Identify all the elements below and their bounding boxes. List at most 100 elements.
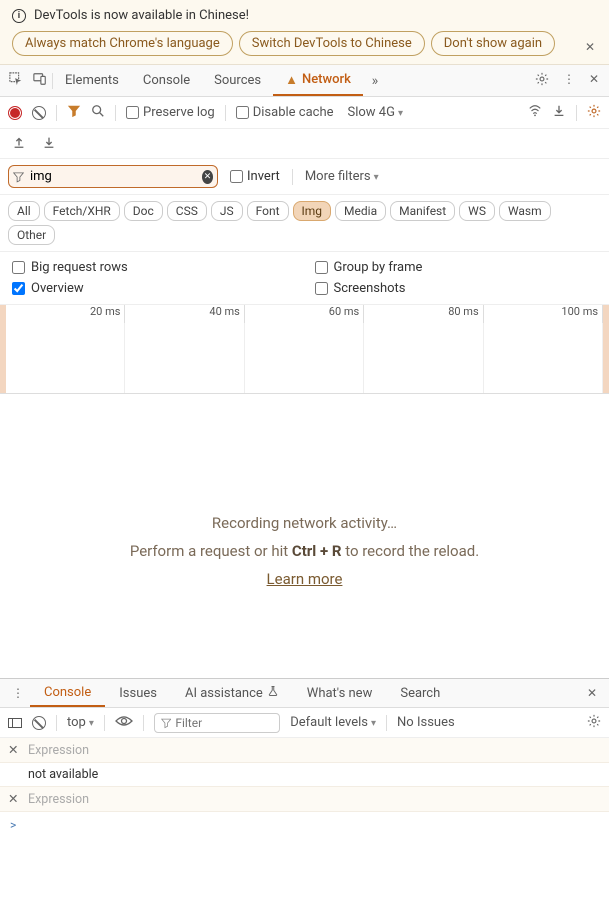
close-devtools-icon[interactable]: ✕ [589, 72, 599, 89]
clear-button[interactable] [32, 106, 46, 120]
type-manifest[interactable]: Manifest [390, 201, 455, 221]
expression-placeholder[interactable]: Expression [28, 792, 601, 807]
tab-network-label: Network [302, 72, 351, 87]
log-levels-dropdown[interactable]: Default levels [290, 715, 376, 730]
remove-expression-icon[interactable]: ✕ [8, 742, 20, 758]
header-right-icons: ⋮ ✕ [529, 72, 605, 89]
timeline-tick: 20 ms [6, 305, 125, 323]
empty-title: Recording network activity… [20, 514, 589, 532]
divider [386, 715, 387, 731]
group-by-frame-checkbox[interactable]: Group by frame [315, 260, 598, 275]
expression-value: not available [0, 763, 609, 787]
settings-gear-icon[interactable] [535, 72, 549, 89]
filter-input[interactable] [28, 168, 198, 185]
divider [143, 715, 144, 731]
switch-language-button[interactable]: Switch DevTools to Chinese [239, 31, 425, 56]
network-conditions-icon[interactable] [528, 104, 542, 121]
type-js[interactable]: JS [211, 201, 243, 221]
filter-toggle-icon[interactable] [67, 104, 81, 121]
preserve-log-label: Preserve log [143, 105, 215, 120]
inspect-element-icon[interactable] [4, 72, 28, 89]
divider [56, 105, 57, 121]
overview-checkbox[interactable]: Overview [12, 281, 295, 296]
filter-input-wrap[interactable]: ✕ [8, 165, 218, 188]
warning-icon: ▲ [285, 72, 298, 88]
big-rows-label: Big request rows [31, 260, 128, 275]
sidebar-toggle-icon[interactable] [8, 718, 22, 728]
drawer-tab-ai[interactable]: AI assistance [171, 679, 293, 707]
live-expression-icon[interactable] [115, 715, 133, 730]
drawer-tab-whatsnew[interactable]: What's new [293, 679, 387, 707]
keyboard-shortcut: Ctrl + R [292, 542, 342, 560]
expression-placeholder[interactable]: Expression [28, 743, 601, 758]
tab-console[interactable]: Console [131, 65, 202, 96]
disable-cache-checkbox[interactable]: Disable cache [236, 105, 334, 120]
disable-cache-label: Disable cache [253, 105, 334, 120]
flask-icon [267, 685, 279, 701]
infobar-title-row: i DevTools is now available in Chinese! [12, 8, 597, 23]
timeline-body [0, 323, 609, 393]
big-request-rows-checkbox[interactable]: Big request rows [12, 260, 295, 275]
timeline-overview[interactable]: 20 ms 40 ms 60 ms 80 ms 100 ms [0, 305, 609, 394]
language-infobar: i DevTools is now available in Chinese! … [0, 0, 609, 65]
drawer-close-icon[interactable]: ✕ [581, 686, 603, 700]
type-ws[interactable]: WS [459, 201, 495, 221]
import-har-icon[interactable] [552, 104, 566, 121]
timeline-tick: 80 ms [364, 305, 483, 323]
search-icon[interactable] [91, 104, 105, 121]
console-toolbar: top Default levels No Issues [0, 708, 609, 738]
drawer-tab-search[interactable]: Search [386, 679, 454, 707]
network-settings-icon[interactable] [587, 104, 601, 121]
drawer-tab-issues[interactable]: Issues [105, 679, 171, 707]
tab-elements[interactable]: Elements [53, 65, 131, 96]
more-tabs-icon[interactable] [363, 73, 387, 89]
remove-expression-icon[interactable]: ✕ [8, 791, 20, 807]
group-frame-label: Group by frame [334, 260, 423, 275]
type-all[interactable]: All [8, 201, 40, 221]
context-selector[interactable]: top [67, 715, 94, 730]
download-icon[interactable] [42, 135, 56, 152]
timeline-tick: 100 ms [484, 305, 603, 323]
overview-label: Overview [31, 281, 84, 296]
device-toolbar-icon[interactable] [28, 72, 52, 89]
type-doc[interactable]: Doc [124, 201, 163, 221]
screenshots-checkbox[interactable]: Screenshots [315, 281, 598, 296]
divider [292, 169, 293, 185]
type-media[interactable]: Media [335, 201, 386, 221]
io-row [0, 129, 609, 159]
console-filter-box[interactable] [154, 713, 280, 733]
preserve-log-checkbox[interactable]: Preserve log [126, 105, 215, 120]
record-button[interactable] [8, 106, 22, 120]
drawer-tab-console[interactable]: Console [30, 679, 105, 707]
view-options: Big request rows Group by frame Overview… [0, 252, 609, 305]
always-match-button[interactable]: Always match Chrome's language [12, 31, 233, 56]
learn-more-link[interactable]: Learn more [267, 570, 343, 588]
console-prompt[interactable]: > [0, 812, 609, 838]
timeline-tick: 40 ms [125, 305, 244, 323]
type-css[interactable]: CSS [167, 201, 207, 221]
divider [56, 715, 57, 731]
drawer-kebab-icon[interactable]: ⋮ [6, 686, 30, 700]
infobar-title: DevTools is now available in Chinese! [34, 8, 249, 23]
upload-icon[interactable] [12, 135, 26, 152]
tab-sources[interactable]: Sources [202, 65, 273, 96]
type-font[interactable]: Font [247, 201, 289, 221]
console-filter-input[interactable] [175, 716, 273, 730]
type-fetch-xhr[interactable]: Fetch/XHR [44, 201, 120, 221]
tab-network[interactable]: ▲ Network [273, 65, 363, 96]
invert-checkbox[interactable]: Invert [230, 169, 280, 184]
type-img[interactable]: Img [293, 201, 332, 221]
dont-show-again-button[interactable]: Don't show again [431, 31, 555, 56]
clear-filter-icon[interactable]: ✕ [202, 170, 213, 184]
close-infobar-icon[interactable]: ✕ [585, 40, 595, 54]
throttling-select[interactable]: Slow 4G [344, 105, 407, 120]
network-toolbar: Preserve log Disable cache Slow 4G [0, 97, 609, 129]
timeline-drag-right[interactable] [603, 305, 609, 323]
type-other[interactable]: Other [8, 225, 55, 245]
type-wasm[interactable]: Wasm [499, 201, 551, 221]
invert-label: Invert [247, 169, 280, 184]
more-filters-dropdown[interactable]: More filters [305, 169, 379, 184]
kebab-menu-icon[interactable]: ⋮ [563, 72, 575, 89]
console-settings-icon[interactable] [587, 714, 601, 731]
clear-console-icon[interactable] [32, 716, 46, 730]
